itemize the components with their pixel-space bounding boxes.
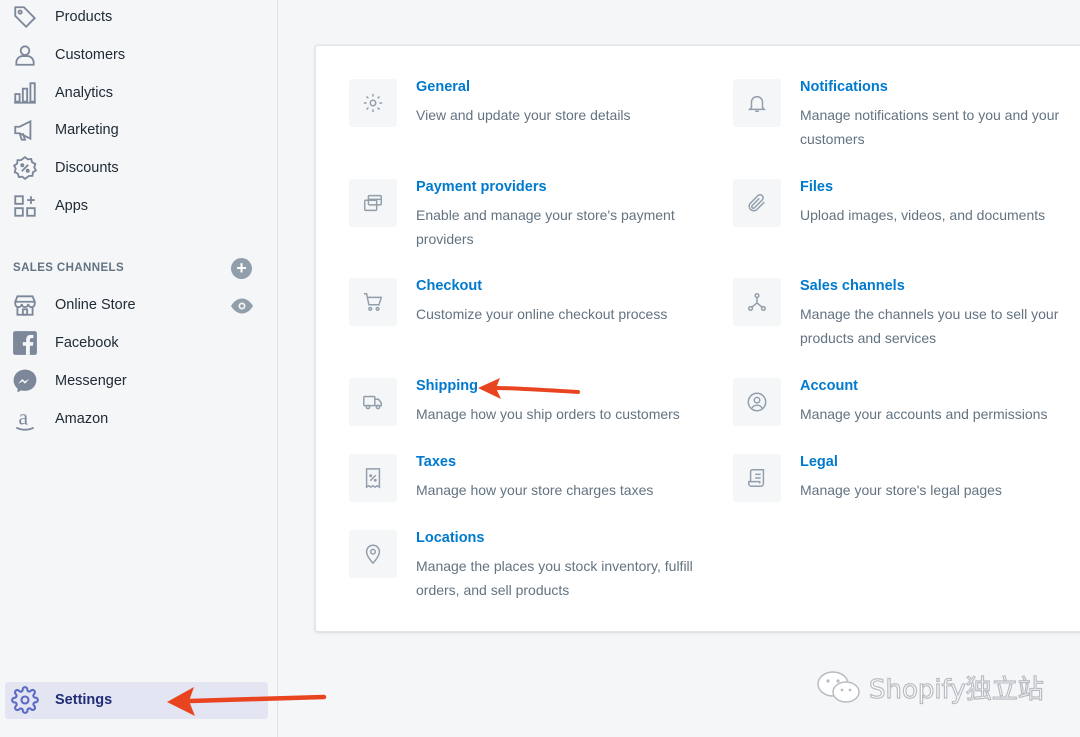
svg-text:a: a: [19, 406, 29, 429]
receipt-icon: [349, 454, 397, 502]
location-pin-icon: [349, 530, 397, 578]
settings-item-taxes[interactable]: Taxes Manage how your store charges taxe…: [349, 454, 709, 504]
settings-item-description: Manage your accounts and permissions: [800, 406, 1048, 422]
sidebar: Products Customers Analytics Marketing D…: [0, 0, 278, 737]
settings-item-account[interactable]: Account Manage your accounts and permiss…: [733, 378, 1080, 428]
sidebar-item-analytics[interactable]: Analytics: [0, 75, 278, 111]
store-icon: [11, 291, 39, 319]
settings-item-general[interactable]: General View and update your store detai…: [349, 79, 709, 149]
wechat-icon: [817, 671, 860, 703]
settings-item-title: General: [416, 79, 470, 95]
settings-item-description: Manage how you ship orders to customers: [416, 406, 680, 422]
sidebar-item-label: Apps: [55, 198, 89, 214]
sidebar-item-label: Marketing: [55, 122, 119, 138]
discount-icon: [11, 154, 39, 182]
settings-card: General View and update your store detai…: [315, 45, 1080, 632]
sidebar-item-products[interactable]: Products: [0, 0, 278, 35]
settings-item-title: Account: [800, 378, 858, 394]
settings-item-locations[interactable]: Locations Manage the places you stock in…: [349, 530, 709, 600]
legal-icon: [733, 454, 781, 502]
settings-item-description: Enable and manage your store's payment p…: [416, 207, 675, 247]
shipping-annotation-arrow: [478, 378, 580, 399]
settings-item-description: View and update your store details: [416, 107, 631, 123]
settings-item-description: Manage the channels you use to sell your…: [800, 306, 1059, 346]
sidebar-item-messenger[interactable]: Messenger: [0, 363, 278, 399]
channels-icon: [733, 278, 781, 326]
sidebar-item-customers[interactable]: Customers: [0, 37, 278, 73]
gear-icon: [11, 686, 39, 714]
cart-icon: [349, 278, 397, 326]
settings-item-title: Files: [800, 179, 834, 195]
sidebar-item-label: Settings: [55, 692, 113, 708]
sidebar-item-label: Amazon: [55, 411, 109, 427]
sidebar-item-label: Online Store: [55, 297, 136, 313]
sales-channels-heading: SALES CHANNELS: [13, 262, 125, 274]
settings-item-description: Manage how your store charges taxes: [416, 482, 654, 498]
settings-item-description: Manage the places you stock inventory, f…: [416, 558, 693, 598]
sidebar-item-label: Discounts: [55, 160, 119, 176]
view-online-store-eye-icon[interactable]: [230, 296, 254, 316]
settings-item-payment-providers[interactable]: Payment providers Enable and manage your…: [349, 179, 709, 249]
credit-card-icon: [349, 179, 397, 227]
settings-item-title: Locations: [416, 530, 485, 546]
settings-item-legal[interactable]: Legal Manage your store's legal pages: [733, 454, 1080, 504]
sidebar-item-marketing[interactable]: Marketing: [0, 112, 278, 148]
settings-item-files[interactable]: Files Upload images, videos, and documen…: [733, 179, 1080, 249]
bell-icon: [733, 79, 781, 127]
truck-icon: [349, 378, 397, 426]
settings-item-sales-channels[interactable]: Sales channels Manage the channels you u…: [733, 278, 1080, 348]
sidebar-item-amazon[interactable]: a Amazon: [0, 401, 278, 437]
settings-item-title: Checkout: [416, 278, 483, 294]
person-icon: [11, 41, 39, 69]
facebook-icon: [11, 329, 39, 357]
megaphone-icon: [11, 116, 39, 144]
settings-item-description: Manage your store's legal pages: [800, 482, 1002, 498]
add-sales-channel-button[interactable]: +: [231, 258, 252, 279]
settings-item-title: Sales channels: [800, 278, 905, 294]
settings-item-title: Legal: [800, 454, 838, 470]
settings-item-description: Customize your online checkout process: [416, 306, 668, 322]
sidebar-item-label: Analytics: [55, 85, 114, 101]
settings-item-notifications[interactable]: Notifications Manage notifications sent …: [733, 79, 1080, 149]
settings-item-checkout[interactable]: Checkout Customize your online checkout …: [349, 278, 709, 348]
gear-icon: [349, 79, 397, 127]
sidebar-item-label: Products: [55, 9, 113, 25]
settings-item-title: Notifications: [800, 79, 888, 95]
sidebar-item-facebook[interactable]: Facebook: [0, 325, 278, 361]
messenger-icon: [11, 367, 39, 395]
plus-icon: +: [236, 258, 247, 278]
tag-icon: [11, 3, 39, 31]
settings-item-title: Taxes: [416, 454, 457, 470]
watermark: Shopify独立站: [815, 668, 1055, 706]
apps-icon: [11, 192, 39, 220]
settings-item-description: Manage notifications sent to you and you…: [800, 107, 1060, 147]
settings-item-title: Shipping: [416, 378, 479, 394]
settings-item-description: Upload images, videos, and documents: [800, 207, 1046, 223]
sidebar-item-label: Messenger: [55, 373, 127, 389]
bar-chart-icon: [11, 79, 39, 107]
account-icon: [733, 378, 781, 426]
amazon-icon: a: [11, 405, 39, 433]
settings-annotation-arrow: [167, 687, 327, 716]
sidebar-item-discounts[interactable]: Discounts: [0, 150, 278, 186]
sidebar-item-apps[interactable]: Apps: [0, 188, 278, 224]
settings-item-title: Payment providers: [416, 179, 547, 195]
watermark-text: Shopify独立站: [868, 674, 1044, 705]
sidebar-item-label: Facebook: [55, 335, 119, 351]
paperclip-icon: [733, 179, 781, 227]
sidebar-item-label: Customers: [55, 47, 126, 63]
